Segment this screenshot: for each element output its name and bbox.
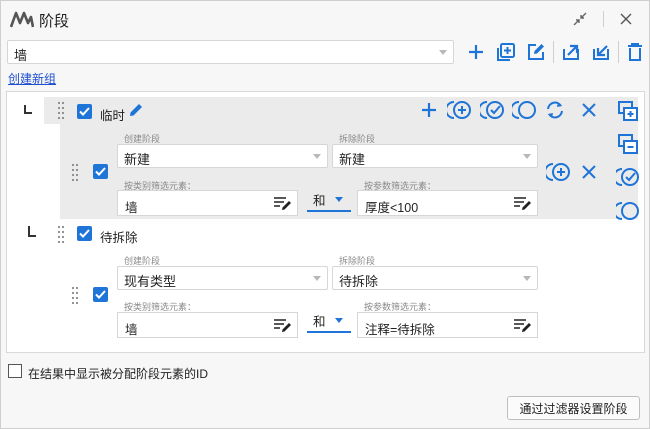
rule-add-condition-icon[interactable] [546, 160, 572, 184]
group-1-checkbox[interactable] [77, 104, 92, 119]
create-group-link[interactable]: 创建新组 [8, 70, 56, 87]
phase-template-value: 墙 [14, 48, 28, 63]
edit-list-icon[interactable] [513, 317, 533, 336]
delete-icon[interactable] [624, 40, 646, 64]
rule-drag-handle-icon[interactable] [71, 162, 79, 182]
drag-handle-icon[interactable] [57, 100, 65, 120]
import-icon[interactable] [589, 40, 613, 64]
edit-list-icon[interactable] [513, 195, 533, 214]
chevron-down-icon [335, 318, 343, 323]
rename-pencil-icon[interactable] [127, 101, 145, 119]
created-phase-value: 新建 [124, 152, 151, 167]
chevron-down-icon [335, 197, 343, 202]
group-2-checkbox[interactable] [77, 226, 92, 241]
edit-list-icon[interactable] [273, 317, 293, 336]
chevron-down-icon [313, 154, 321, 159]
title-separator [603, 11, 604, 27]
group-remove-icon[interactable] [578, 99, 600, 121]
category-filter-field[interactable]: 墙 [117, 190, 298, 216]
phase-template-select[interactable]: 墙 [7, 40, 454, 64]
param-filter-field[interactable]: 厚度<100 [357, 190, 538, 216]
toolbar-separator-2 [618, 41, 619, 63]
created-phase-value: 现有类型 [124, 274, 177, 289]
show-ids-label: 在结果中显示被分配阶段元素的ID [28, 367, 209, 381]
tree-connector-icon [28, 226, 36, 241]
drag-handle-icon[interactable] [57, 224, 65, 244]
operator-select[interactable]: 和 [307, 188, 351, 212]
export-icon[interactable] [559, 40, 583, 64]
operator-value: 和 [313, 194, 326, 208]
chevron-down-icon [313, 276, 321, 281]
group-uncheck-all-icon[interactable] [512, 98, 538, 122]
rule-2-checkbox[interactable] [93, 287, 108, 302]
category-filter-value: 墙 [125, 323, 138, 337]
demolished-phase-select[interactable]: 新建 [332, 144, 538, 168]
rules-panel: 临时 创建阶段 新建 拆除阶段 新建 按类别筛选元素： 墙 和 按参数筛选元素：… [6, 91, 645, 353]
edit-list-icon[interactable] [273, 195, 293, 214]
tree-connector-icon [24, 104, 32, 118]
copy-remove-icon[interactable] [615, 131, 641, 157]
add-copy-icon[interactable] [494, 40, 518, 64]
app-logo-icon [9, 11, 35, 31]
param-filter-value: 注释=待拆除 [365, 323, 435, 337]
operator-value: 和 [313, 315, 326, 329]
title-bar: 阶段 [1, 1, 649, 37]
created-phase-select[interactable]: 新建 [117, 144, 328, 168]
collapse-icon[interactable] [569, 9, 591, 29]
group-check-all-icon[interactable] [480, 98, 506, 122]
param-filter-field[interactable]: 注释=待拆除 [357, 312, 538, 338]
rule-drag-handle-icon[interactable] [71, 285, 79, 305]
chevron-down-icon [523, 276, 531, 281]
rule-1-checkbox[interactable] [93, 164, 108, 179]
operator-select[interactable]: 和 [307, 309, 351, 333]
chevron-down-icon [523, 154, 531, 159]
window-title: 阶段 [39, 13, 70, 30]
rule-remove-icon[interactable] [578, 161, 600, 183]
toolbar-separator [553, 41, 554, 63]
show-ids-checkbox[interactable] [8, 364, 22, 378]
phase-dialog: 阶段 墙 创建新组 临时 创建阶段 新建 拆除阶段 新建 按类别筛选元素： 墙 … [0, 0, 650, 429]
category-filter-value: 墙 [125, 201, 138, 215]
chevron-down-icon [439, 50, 447, 55]
group-refresh-icon[interactable] [543, 98, 567, 122]
demolished-phase-select[interactable]: 待拆除 [332, 266, 538, 290]
param-filter-value: 厚度<100 [365, 201, 419, 215]
close-icon[interactable] [615, 9, 637, 29]
category-filter-field[interactable]: 墙 [117, 312, 298, 338]
uncheck-all-icon[interactable] [615, 198, 641, 224]
add-icon[interactable] [465, 40, 487, 64]
demolished-phase-value: 新建 [339, 152, 366, 167]
group-add-icon[interactable] [418, 99, 440, 121]
copy-add-icon[interactable] [615, 98, 641, 124]
edit-icon[interactable] [524, 40, 548, 64]
group-add-rule-icon[interactable] [447, 98, 473, 122]
demolished-phase-value: 待拆除 [339, 274, 379, 289]
apply-filter-button[interactable]: 通过过滤器设置阶段 [507, 396, 640, 420]
check-all-icon[interactable] [615, 164, 641, 190]
created-phase-select[interactable]: 现有类型 [117, 266, 328, 290]
group-1-label: 临时 [100, 109, 126, 123]
group-2-label: 待拆除 [100, 231, 138, 245]
